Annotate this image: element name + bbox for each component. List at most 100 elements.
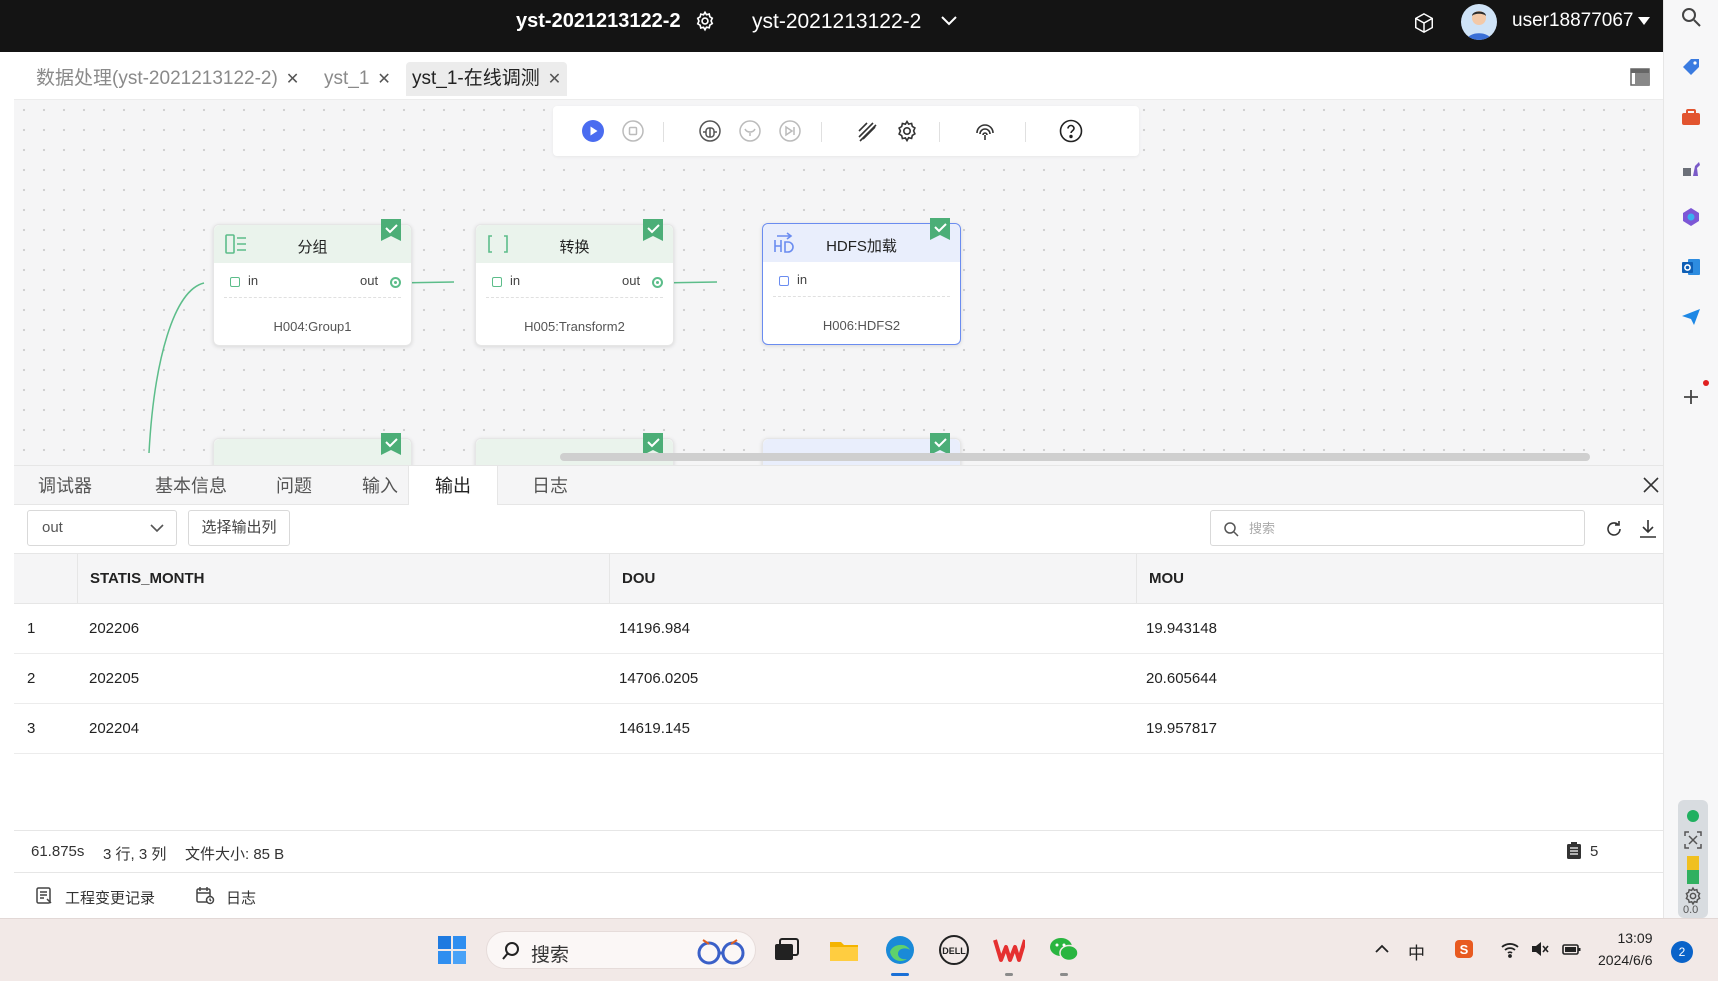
close-icon[interactable]: ✕ [377, 71, 390, 88]
output-port[interactable] [652, 277, 663, 288]
tab-basic-info[interactable]: 基本信息 [141, 466, 241, 506]
refresh-icon[interactable] [1604, 519, 1624, 539]
output-filter-bar: out 选择输出列 [14, 505, 1663, 553]
tab-label: yst_1-在线调测 [412, 68, 540, 89]
fingerprint-icon[interactable] [973, 119, 997, 143]
sogou-icon[interactable]: S [1454, 939, 1474, 959]
tag-icon[interactable] [1680, 56, 1702, 78]
avatar[interactable] [1461, 4, 1497, 40]
wps-icon[interactable] [993, 934, 1025, 966]
settings-icon[interactable] [895, 119, 919, 143]
toolbox-icon[interactable] [1680, 106, 1702, 128]
output-port[interactable] [390, 277, 401, 288]
system-clock[interactable]: 13:09 2024/6/6 [1598, 927, 1653, 971]
step-icon[interactable] [738, 119, 762, 143]
table-row[interactable]: 2 202205 14706.0205 20.605644 [14, 654, 1663, 704]
chevron-down-icon[interactable] [940, 14, 958, 28]
tab-label: yst_1 [324, 68, 370, 89]
divider [939, 122, 940, 142]
cube-icon[interactable] [1413, 12, 1435, 34]
task-view-icon[interactable] [770, 934, 802, 966]
volume-muted-icon[interactable] [1530, 939, 1550, 959]
send-icon[interactable] [1680, 306, 1702, 328]
clock-time: 13:09 [1617, 930, 1653, 946]
chevron-up-icon[interactable] [1372, 939, 1392, 959]
changelog-link[interactable]: 工程变更记录 [65, 887, 155, 908]
tab-issues[interactable]: 问题 [262, 466, 326, 506]
skip-icon[interactable] [778, 119, 802, 143]
file-explorer-icon[interactable] [828, 934, 860, 966]
node-transform[interactable]: 转换 in out H005:Transform2 [475, 219, 674, 346]
search-input[interactable] [1249, 515, 1569, 541]
copilot-icon[interactable] [1680, 206, 1702, 228]
download-icon[interactable] [1638, 518, 1658, 540]
tab-data-processing[interactable]: 数据处理(yst-2021213122-2) ✕ [30, 62, 305, 96]
windows-start-icon[interactable] [436, 934, 468, 966]
column-header[interactable]: STATIS_MONTH [77, 554, 562, 604]
search-icon[interactable] [1680, 6, 1702, 28]
log-link[interactable]: 日志 [226, 887, 256, 908]
node-group[interactable]: 分组 in out H004:Group1 [213, 219, 412, 346]
battery-icon[interactable] [1562, 939, 1582, 959]
clock-date: 2024/6/6 [1598, 952, 1653, 968]
select-columns-button[interactable]: 选择输出列 [188, 510, 290, 546]
log-icon[interactable] [195, 885, 215, 905]
flow-canvas[interactable]: 分组 in out H004:Group1 转换 in out H005:Tra… [14, 100, 1663, 465]
search-box[interactable] [1210, 510, 1585, 546]
settings-icon[interactable] [1683, 886, 1703, 906]
input-port[interactable] [779, 276, 789, 286]
horizontal-scrollbar[interactable] [560, 453, 1590, 461]
cell: 202206 [89, 620, 140, 637]
cell: 202204 [89, 720, 140, 737]
tab-online-debug[interactable]: yst_1-在线调测 ✕ [406, 62, 568, 96]
close-icon[interactable] [1642, 476, 1660, 494]
wifi-icon[interactable] [1500, 939, 1520, 959]
close-icon[interactable]: ✕ [286, 71, 299, 88]
disable-icon[interactable] [855, 119, 879, 143]
run-icon[interactable] [581, 119, 605, 143]
table-row[interactable]: 3 202204 14619.145 19.957817 [14, 704, 1663, 754]
project-selector[interactable]: yst-2021213122-2 [752, 10, 921, 34]
column-header-index [14, 554, 77, 604]
divider [663, 122, 664, 142]
changelog-icon[interactable] [34, 885, 54, 905]
node-hdfs-load[interactable]: HDFS加载 in H006:HDFS2 [762, 218, 961, 345]
divider [1025, 122, 1026, 142]
row-index: 1 [27, 620, 36, 637]
add-icon[interactable] [1680, 386, 1702, 408]
port-out-label: out [622, 273, 641, 288]
input-port[interactable] [492, 277, 502, 287]
layout-icon[interactable] [1630, 68, 1650, 86]
search-icon [1224, 522, 1239, 537]
sheet-icon[interactable] [1565, 842, 1583, 860]
tab-output[interactable]: 输出 [408, 466, 498, 507]
table-row[interactable]: 1 202206 14196.984 19.943148 [14, 604, 1663, 654]
port-select[interactable]: out [27, 510, 177, 546]
tab-debugger[interactable]: 调试器 [24, 466, 106, 506]
tab-log[interactable]: 日志 [518, 466, 582, 506]
username[interactable]: user18877067 [1512, 10, 1634, 32]
gear-icon[interactable] [694, 10, 716, 32]
help-icon[interactable] [1059, 119, 1083, 143]
close-icon[interactable]: ✕ [548, 71, 561, 88]
wechat-icon[interactable] [1048, 934, 1080, 966]
edge-browser-icon[interactable] [884, 934, 916, 966]
node-partial[interactable] [213, 433, 412, 465]
tab-yst-1[interactable]: yst_1 ✕ [318, 62, 397, 96]
stop-icon[interactable] [621, 119, 645, 143]
dell-icon[interactable]: DELL [938, 934, 970, 966]
outlook-icon[interactable] [1680, 256, 1702, 278]
flow-toolbar [553, 106, 1139, 156]
column-header[interactable]: MOU [1136, 554, 1663, 604]
caret-down-icon[interactable] [1638, 16, 1650, 26]
notification-badge[interactable]: 2 [1671, 941, 1693, 963]
check-flag-icon [930, 433, 950, 455]
column-header[interactable]: DOU [609, 554, 1139, 604]
screenshot-icon[interactable] [1683, 830, 1703, 850]
chess-icon[interactable] [1680, 156, 1702, 178]
taskbar-search[interactable]: 搜索 [486, 931, 756, 969]
input-port[interactable] [230, 277, 240, 287]
ime-indicator[interactable]: 中 [1408, 939, 1425, 964]
tab-input[interactable]: 输入 [348, 466, 412, 506]
debug-icon[interactable] [698, 119, 722, 143]
